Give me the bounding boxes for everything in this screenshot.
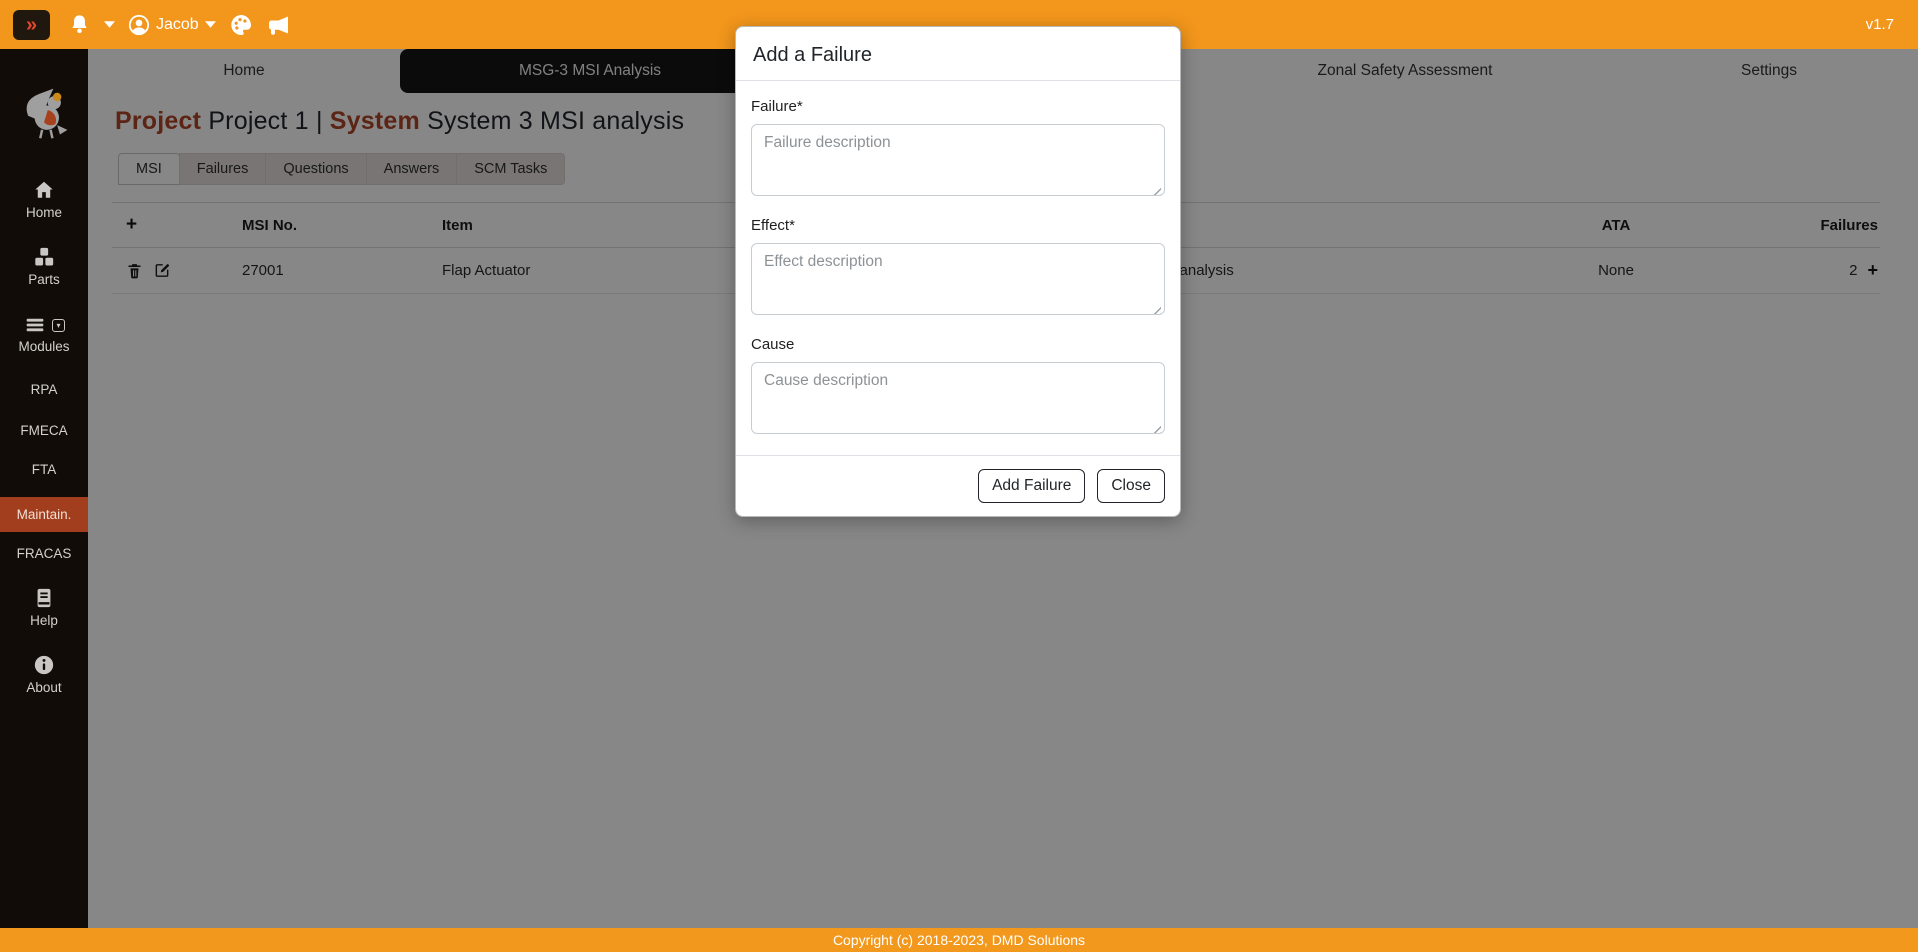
announcements-megaphone-icon[interactable] <box>266 13 292 37</box>
robin-logo-icon[interactable] <box>14 81 74 143</box>
notifications-caret-icon[interactable] <box>104 21 115 28</box>
sidebar-item-label: Maintain. <box>17 507 72 522</box>
failure-field-label: Failure* <box>751 98 1165 115</box>
cause-field-label: Cause <box>751 336 1165 353</box>
close-modal-button[interactable]: Close <box>1097 469 1165 503</box>
sidebar-item-fmeca[interactable]: FMECA <box>0 415 88 446</box>
sidebar-item-label: FMECA <box>20 423 67 438</box>
sidebar-item-parts[interactable]: Parts <box>0 242 88 291</box>
sidebar-item-rpa[interactable]: RPA <box>0 374 88 405</box>
parts-cubes-icon <box>32 246 56 268</box>
sidebar: Home Parts ▾ Modules RPA FMECA FTA Maint… <box>0 49 88 928</box>
sidebar-item-label: Modules <box>18 339 69 354</box>
cause-description-input[interactable] <box>751 362 1165 434</box>
modal-title: Add a Failure <box>753 44 1164 67</box>
footer-bar: Copyright (c) 2018-2023, DMD Solutions <box>0 928 1918 952</box>
info-circle-icon <box>33 654 55 676</box>
help-book-icon <box>33 587 55 609</box>
sidebar-collapse-button[interactable]: » <box>13 10 50 40</box>
effect-field-label: Effect* <box>751 217 1165 234</box>
add-failure-modal: Add a Failure Failure* Effect* Cause Add… <box>735 26 1181 517</box>
copyright-text: Copyright (c) 2018-2023, DMD Solutions <box>833 932 1085 948</box>
modules-caret-icon[interactable]: ▾ <box>52 319 65 332</box>
modal-header: Add a Failure <box>736 27 1180 81</box>
modal-footer: Add Failure Close <box>736 455 1180 516</box>
sidebar-item-fta[interactable]: FTA <box>0 454 88 485</box>
sidebar-item-fracas[interactable]: FRACAS <box>0 538 88 569</box>
sidebar-item-maintain[interactable]: Maintain. <box>0 497 88 532</box>
user-menu[interactable]: Jacob <box>128 14 216 36</box>
home-icon <box>32 179 56 201</box>
failure-description-input[interactable] <box>751 124 1165 196</box>
user-avatar-icon <box>128 14 150 36</box>
sidebar-item-label: FTA <box>32 462 57 477</box>
sidebar-item-help[interactable]: Help <box>0 583 88 632</box>
sidebar-item-modules[interactable]: ▾ Modules <box>0 311 88 358</box>
sidebar-item-label: Help <box>30 613 58 628</box>
modal-body: Failure* Effect* Cause <box>736 81 1180 455</box>
sidebar-item-label: FRACAS <box>17 546 72 561</box>
add-failure-submit-button[interactable]: Add Failure <box>978 469 1085 503</box>
sidebar-item-home[interactable]: Home <box>0 175 88 224</box>
sidebar-item-label: Parts <box>28 272 60 287</box>
sidebar-item-label: Home <box>26 205 62 220</box>
user-caret-icon <box>205 21 216 28</box>
theme-palette-icon[interactable] <box>229 13 253 37</box>
sidebar-item-label: About <box>26 680 61 695</box>
sidebar-item-label: RPA <box>31 382 58 397</box>
user-name: Jacob <box>156 16 199 34</box>
app-version: v1.7 <box>1866 16 1894 33</box>
modules-menu-icon <box>23 315 47 335</box>
effect-description-input[interactable] <box>751 243 1165 315</box>
sidebar-item-about[interactable]: About <box>0 650 88 699</box>
notifications-bell-icon[interactable] <box>68 13 91 36</box>
